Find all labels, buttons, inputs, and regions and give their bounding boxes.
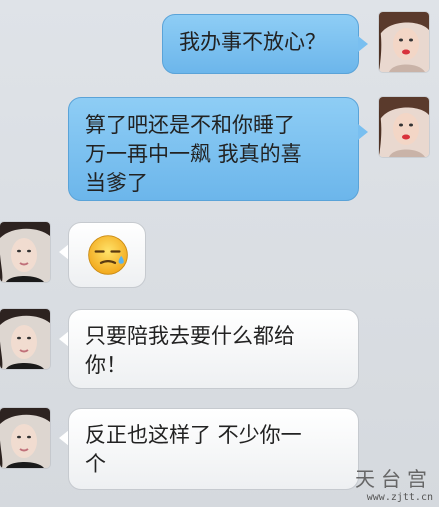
watermark-logo: 天台宫 xyxy=(355,463,433,492)
female-portrait-icon xyxy=(379,12,429,72)
message-text: 我办事不放心？ xyxy=(179,30,326,54)
contact-avatar[interactable] xyxy=(0,408,50,468)
my-avatar[interactable] xyxy=(379,12,429,72)
message-text: 算了吧还是不和你睡了 万一再中一飙 我真的喜 当爹了 xyxy=(85,113,302,195)
bubble-tail xyxy=(358,36,368,52)
message-text: 反正也这样了 不少你一 个 xyxy=(85,423,302,476)
watermark-logo-text: 天台宫 xyxy=(355,467,433,491)
female-portrait-icon xyxy=(379,97,429,157)
my-avatar[interactable] xyxy=(379,97,429,157)
watermark-url: www.zjtt.cn xyxy=(366,492,433,503)
female-portrait-icon xyxy=(0,309,50,369)
watermark: 天台宫 www.zjtt.cn xyxy=(355,463,433,503)
contact-avatar[interactable] xyxy=(0,222,50,282)
outgoing-message-bubble[interactable]: 算了吧还是不和你睡了 万一再中一飙 我真的喜 当爹了 xyxy=(68,97,359,201)
female-portrait-icon xyxy=(0,408,50,468)
contact-avatar[interactable] xyxy=(0,309,50,369)
incoming-message-bubble[interactable]: 反正也这样了 不少你一 个 xyxy=(68,408,359,490)
female-portrait-icon xyxy=(0,222,50,282)
incoming-message-bubble[interactable]: 只要陪我去要什么都给 你！ xyxy=(68,309,359,389)
bubble-tail xyxy=(358,124,368,140)
sweat-expressionless-emoji-icon xyxy=(88,235,128,275)
message-text: 只要陪我去要什么都给 你！ xyxy=(85,324,295,377)
outgoing-message-bubble[interactable]: 我办事不放心？ xyxy=(162,14,359,74)
incoming-message-bubble[interactable] xyxy=(68,222,146,288)
